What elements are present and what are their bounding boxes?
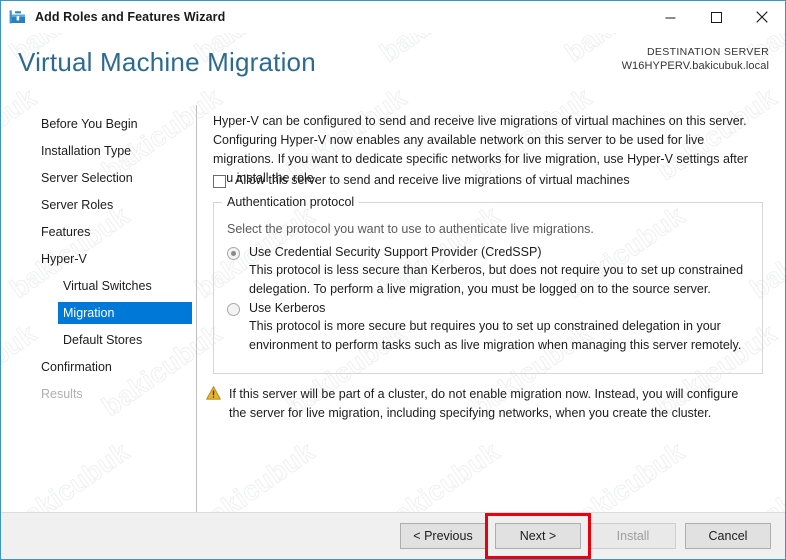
credssp-option[interactable]: Use Credential Security Support Provider… bbox=[227, 245, 759, 299]
next-button[interactable]: Next > bbox=[495, 523, 581, 549]
maximize-button[interactable] bbox=[693, 1, 739, 33]
previous-button[interactable]: < Previous bbox=[400, 523, 486, 549]
maximize-icon bbox=[711, 12, 722, 23]
wizard-body: Before You Begin Installation Type Serve… bbox=[1, 105, 785, 512]
kerberos-option[interactable]: Use Kerberos This protocol is more secur… bbox=[227, 301, 759, 355]
destination-server-name: W16HYPERV.bakicubuk.local bbox=[622, 59, 769, 74]
destination-server-label: DESTINATION SERVER bbox=[622, 45, 769, 59]
allow-migrations-checkbox-row[interactable]: Allow this server to send and receive li… bbox=[213, 173, 630, 188]
authentication-protocol-description: Select the protocol you want to use to a… bbox=[227, 222, 594, 236]
credssp-label: Use Credential Security Support Provider… bbox=[249, 245, 541, 259]
cancel-button[interactable]: Cancel bbox=[685, 523, 771, 549]
cluster-warning: If this server will be part of a cluster… bbox=[206, 385, 757, 423]
minimize-icon bbox=[665, 12, 676, 23]
install-button: Install bbox=[590, 523, 676, 549]
destination-server-block: DESTINATION SERVER W16HYPERV.bakicubuk.l… bbox=[622, 45, 769, 74]
sidebar-item-migration[interactable]: Migration bbox=[58, 302, 192, 324]
minimize-button[interactable] bbox=[647, 1, 693, 33]
sidebar-item-results: Results bbox=[36, 383, 192, 405]
credssp-radio[interactable] bbox=[227, 247, 240, 260]
wizard-sidebar: Before You Begin Installation Type Serve… bbox=[1, 105, 197, 512]
close-button[interactable] bbox=[739, 1, 785, 33]
sidebar-item-default-stores[interactable]: Default Stores bbox=[58, 329, 192, 351]
sidebar-item-hyper-v[interactable]: Hyper-V bbox=[36, 248, 192, 270]
title-bar: Add Roles and Features Wizard bbox=[1, 1, 785, 33]
footer-button-row: < Previous Next > Install Cancel bbox=[391, 523, 771, 549]
window-title: Add Roles and Features Wizard bbox=[35, 10, 225, 24]
sidebar-item-before-you-begin[interactable]: Before You Begin bbox=[36, 113, 192, 135]
allow-migrations-label: Allow this server to send and receive li… bbox=[235, 173, 630, 187]
warning-triangle-icon bbox=[206, 386, 221, 400]
sidebar-item-virtual-switches[interactable]: Virtual Switches bbox=[58, 275, 192, 297]
window-controls bbox=[647, 1, 785, 33]
wizard-footer: < Previous Next > Install Cancel bbox=[1, 512, 785, 560]
kerberos-label: Use Kerberos bbox=[249, 301, 325, 315]
sidebar-item-server-selection[interactable]: Server Selection bbox=[36, 167, 192, 189]
sidebar-item-features[interactable]: Features bbox=[36, 221, 192, 243]
sidebar-item-confirmation[interactable]: Confirmation bbox=[36, 356, 192, 378]
credssp-option-head[interactable]: Use Credential Security Support Provider… bbox=[227, 245, 759, 260]
sidebar-item-installation-type[interactable]: Installation Type bbox=[36, 140, 192, 162]
sidebar-item-server-roles[interactable]: Server Roles bbox=[36, 194, 192, 216]
wizard-window: Add Roles and Features Wizard Virtu bbox=[0, 0, 786, 560]
close-icon bbox=[756, 11, 768, 23]
main-content: Hyper-V can be configured to send and re… bbox=[198, 105, 785, 512]
kerberos-option-head[interactable]: Use Kerberos bbox=[227, 301, 759, 316]
page-title: Virtual Machine Migration bbox=[18, 47, 316, 78]
kerberos-description: This protocol is more secure but require… bbox=[249, 317, 759, 355]
kerberos-radio[interactable] bbox=[227, 303, 240, 316]
cluster-warning-text: If this server will be part of a cluster… bbox=[229, 385, 757, 423]
next-button-wrapper: Next > bbox=[495, 523, 581, 549]
authentication-protocol-legend: Authentication protocol bbox=[222, 195, 359, 209]
credssp-description: This protocol is less secure than Kerber… bbox=[249, 261, 759, 299]
toolbox-icon bbox=[9, 8, 27, 26]
page-header: Virtual Machine Migration DESTINATION SE… bbox=[1, 33, 785, 105]
allow-migrations-checkbox[interactable] bbox=[213, 175, 226, 188]
